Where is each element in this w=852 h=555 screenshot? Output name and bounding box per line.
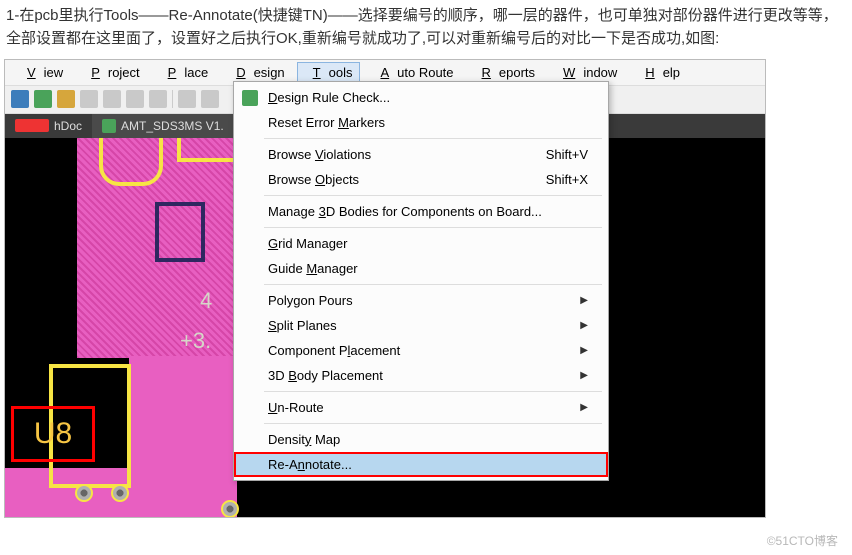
menu-guide-manager[interactable]: Guide Manager [234,256,608,281]
separator [264,423,602,424]
menu-split-planes[interactable]: Split Planes▶ [234,313,608,338]
menu-design-rule-check[interactable]: Design Rule Check... [234,85,608,110]
separator [264,391,602,392]
shortcut: Shift+X [546,172,588,187]
menu-grid-manager[interactable]: Grid Manager [234,231,608,256]
submenu-arrow-icon: ▶ [580,370,588,381]
tool-icon[interactable] [178,90,196,108]
pad [111,484,129,502]
yellow-outline [177,138,239,162]
app-window: View Project Place Design Tools Auto Rou… [4,59,766,518]
submenu-arrow-icon: ▶ [580,402,588,413]
menu-view[interactable]: View [11,62,71,83]
menu-manage-3d-bodies[interactable]: Manage 3D Bodies for Components on Board… [234,199,608,224]
watermark: ©51CTO博客 [767,532,838,549]
tool-icon[interactable] [11,90,29,108]
menu-density-map[interactable]: Density Map [234,427,608,452]
dark-outline [155,202,205,262]
menu-design[interactable]: Design [220,62,292,83]
tool-icon[interactable] [57,90,75,108]
zoom-icon[interactable] [149,90,167,108]
red-highlight-icon [15,119,49,132]
menu-un-route[interactable]: Un-Route▶ [234,395,608,420]
menu-reset-error-markers[interactable]: Reset Error Markers [234,110,608,135]
menu-browse-objects[interactable]: Browse ObjectsShift+X [234,167,608,192]
menu-re-annotate[interactable]: Re-Annotate... [234,452,608,477]
silk-text: 4 [200,288,212,314]
pad [221,500,239,518]
pcb-doc-icon [102,119,116,133]
tool-icon[interactable] [103,90,121,108]
tool-icon[interactable] [80,90,98,108]
separator [264,195,602,196]
tab-label: hDoc [54,119,82,133]
tool-icon[interactable] [201,90,219,108]
menu-autoroute[interactable]: Auto Route [364,62,461,83]
submenu-arrow-icon: ▶ [580,345,588,356]
separator [264,284,602,285]
tool-icon[interactable] [34,90,52,108]
pcb-region [129,356,237,518]
doc-tab-1[interactable]: hDoc [5,114,92,138]
submenu-arrow-icon: ▶ [580,295,588,306]
silk-text: +3. [180,328,211,354]
tools-dropdown: Design Rule Check... Reset Error Markers… [233,81,609,481]
submenu-arrow-icon: ▶ [580,320,588,331]
shortcut: Shift+V [546,147,588,162]
separator [264,227,602,228]
menu-place[interactable]: Place [152,62,217,83]
menu-tools[interactable]: Tools [297,62,361,83]
pad [75,484,93,502]
menu-browse-violations[interactable]: Browse ViolationsShift+V [234,142,608,167]
designator-u8: U8 [11,406,95,462]
tab-label: AMT_SDS3MS V1. [121,119,224,133]
yellow-outline [99,138,163,186]
menu-3d-body-placement[interactable]: 3D Body Placement▶ [234,363,608,388]
separator [172,90,173,108]
menu-help[interactable]: Help [629,62,688,83]
article-intro-text: 1-在pcb里执行Tools——Re-Annotate(快捷键TN)——选择要编… [0,0,852,59]
menu-project[interactable]: Project [75,62,147,83]
separator [264,138,602,139]
menu-reports[interactable]: Reports [466,62,544,83]
doc-tab-2[interactable]: AMT_SDS3MS V1. [92,114,234,138]
zoom-icon[interactable] [126,90,144,108]
menu-polygon-pours[interactable]: Polygon Pours▶ [234,288,608,313]
menu-window[interactable]: Window [547,62,625,83]
menu-component-placement[interactable]: Component Placement▶ [234,338,608,363]
